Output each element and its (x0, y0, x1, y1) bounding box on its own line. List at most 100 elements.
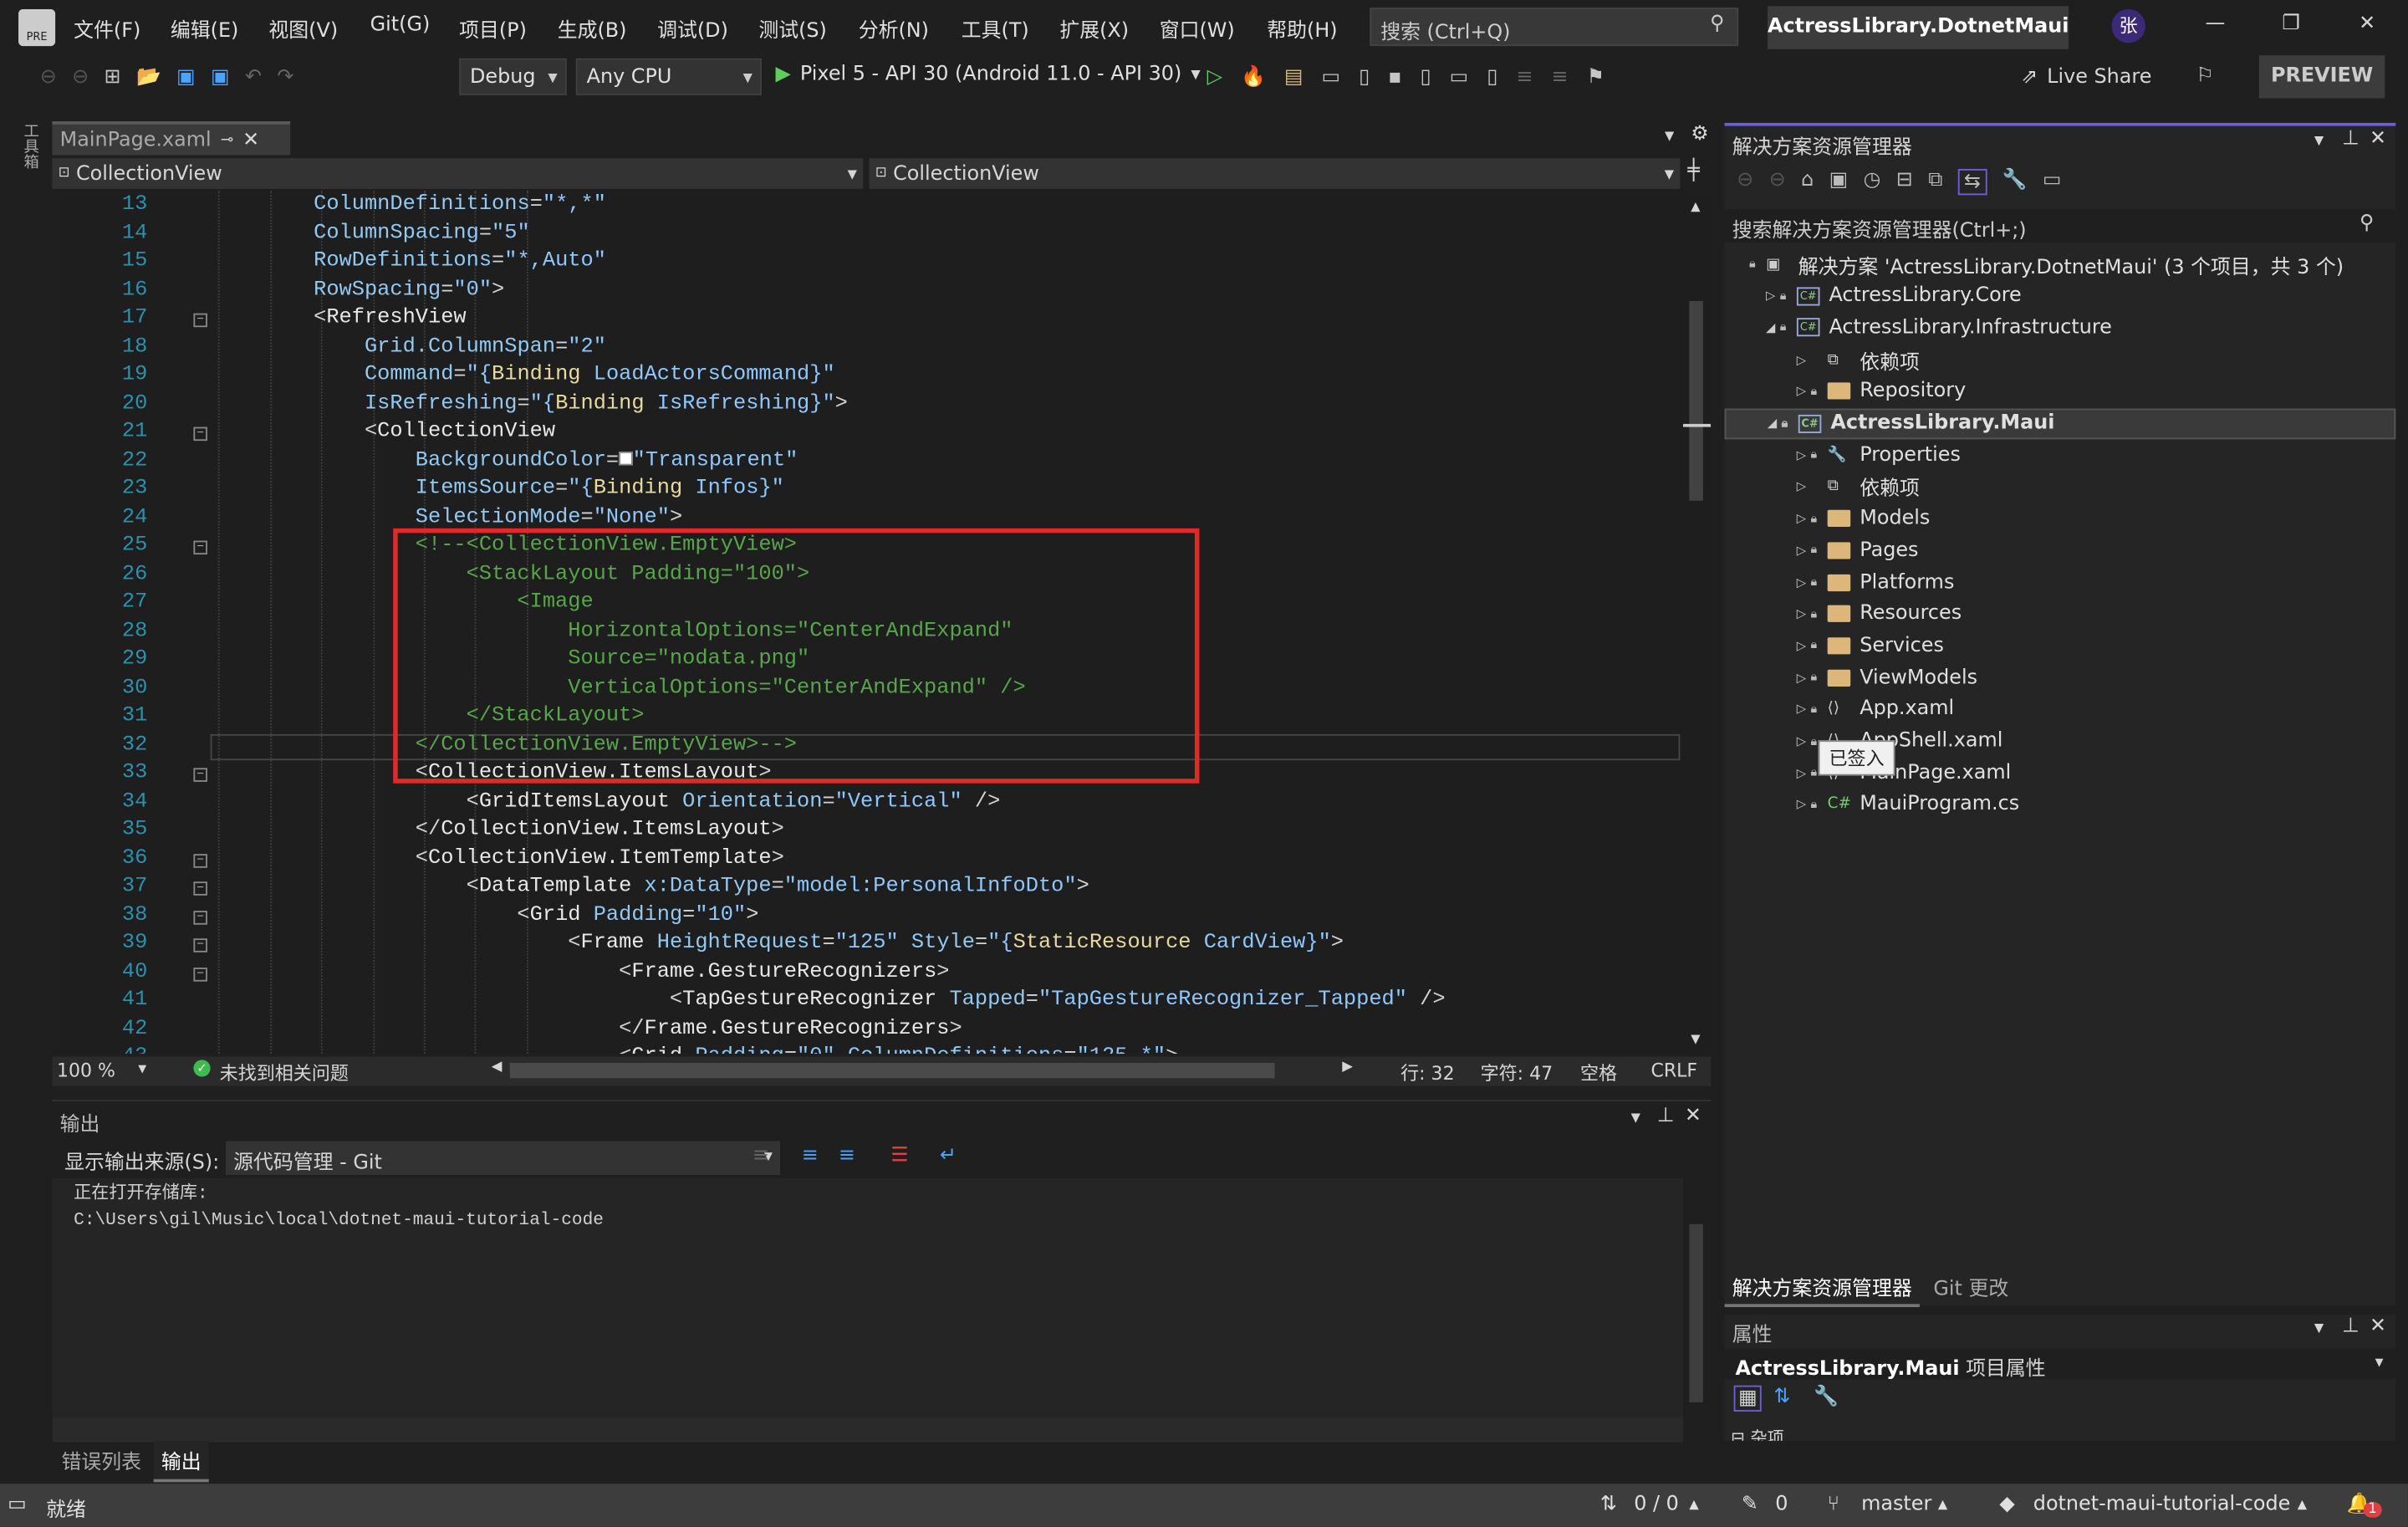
configuration-dropdown[interactable]: Debug ▼ (459, 58, 567, 95)
tree-item[interactable]: ▷ 🔒︎ Repository (1725, 376, 1966, 407)
pin-icon[interactable]: ⊥ (1657, 1105, 1675, 1128)
next-message-icon[interactable]: ≡ (839, 1144, 855, 1167)
expand-icon[interactable]: ▷ (1792, 702, 1810, 717)
tab-git-changes[interactable]: Git 更改 (1933, 1272, 2008, 1301)
fold-toggle-icon[interactable]: − (193, 938, 207, 952)
code-line[interactable]: <Frame HeightRequest="125" Style="{Stati… (212, 931, 1344, 959)
menu-item[interactable]: 文件(F) (74, 14, 140, 43)
fold-toggle-icon[interactable]: − (193, 768, 207, 782)
pin-icon[interactable]: ⊥ (2342, 1315, 2360, 1338)
preview-icon[interactable]: ▭ (2043, 169, 2062, 195)
properties-object-dropdown[interactable]: ActressLibrary.Maui 项目属性 ▼ (1724, 1348, 2396, 1381)
terminal-icon[interactable]: ▪ (1388, 65, 1401, 89)
comment-icon[interactable]: ≡ (1552, 65, 1569, 89)
collapse-all-icon[interactable]: ⊟ (1896, 169, 1913, 195)
property-pages-icon[interactable]: 🔧 (1814, 1386, 1839, 1409)
expand-icon[interactable]: ▷ (1792, 544, 1810, 558)
pending-edits[interactable]: 0 (1775, 1493, 1788, 1516)
scroll-thumb[interactable] (1689, 1223, 1703, 1402)
scroll-up-icon[interactable]: ▲ (1691, 200, 1700, 214)
hot-reload-icon[interactable]: 🔥 (1241, 65, 1266, 89)
expand-icon[interactable]: ▷ (1792, 480, 1810, 494)
branch-name[interactable]: master (1861, 1493, 1931, 1516)
pencil-icon[interactable]: ✎ (1742, 1493, 1758, 1516)
pin-icon[interactable]: ⊥ (2342, 127, 2360, 151)
editor-vertical-scrollbar[interactable]: ▲ ▼ (1683, 193, 1712, 1057)
properties-icon[interactable]: 🔧 (2002, 169, 2028, 195)
fold-toggle-icon[interactable]: − (193, 540, 207, 555)
code-line[interactable]: ColumnSpacing="5" (212, 221, 530, 249)
code-line[interactable]: RowSpacing="0"> (212, 278, 504, 306)
save-icon[interactable]: ▣ (176, 65, 196, 89)
tree-item[interactable]: 🔒︎ ▣ 解决方案 'ActressLibrary.DotnetMaui' (3 个… (1725, 249, 2344, 280)
scroll-left-icon[interactable]: ◀ (492, 1060, 503, 1075)
clear-all-icon[interactable]: ☰ (890, 1144, 908, 1167)
panel-menu-icon[interactable]: ▼ (1631, 1111, 1640, 1125)
history-icon[interactable]: ◷ (1864, 169, 1881, 195)
code-line[interactable]: IsRefreshing="{Binding IsRefreshing}"> (212, 391, 848, 419)
fold-toggle-icon[interactable]: − (193, 910, 207, 924)
menu-item[interactable]: Git(G) (370, 14, 431, 38)
repo-name[interactable]: dotnet-maui-tutorial-code (2033, 1493, 2291, 1516)
expand-icon[interactable]: ▷ (1792, 448, 1810, 462)
menu-item[interactable]: 项目(P) (459, 14, 527, 43)
code-line[interactable]: <GridItemsLayout Orientation="Vertical" … (212, 789, 1001, 817)
tab-mainpage-xaml[interactable]: MainPage.xaml ⊸ ✕ (52, 121, 291, 156)
code-line[interactable]: Command="{Binding LoadActorsCommand}" (212, 362, 835, 391)
expand-icon[interactable]: ▷ (1792, 353, 1810, 367)
whitespace-status[interactable]: 空格 (1580, 1060, 1617, 1085)
code-line[interactable]: <Grid Padding="10"> (212, 902, 758, 931)
menu-item[interactable]: 生成(B) (558, 14, 627, 43)
bottom-tab-error-list[interactable]: 错误列表 (61, 1445, 141, 1475)
word-wrap-icon[interactable]: ↵ (940, 1144, 957, 1167)
close-icon[interactable]: ✕ (1685, 1105, 1701, 1128)
folder-icon[interactable]: ▤ (1284, 65, 1303, 89)
expand-icon[interactable]: ▷ (1762, 289, 1780, 304)
new-project-icon[interactable]: ⊞ (105, 65, 121, 89)
bookmark-icon[interactable]: ⚑ (1587, 65, 1604, 89)
line-number-status[interactable]: 行: 32 (1400, 1060, 1455, 1085)
start-without-debug-icon[interactable]: ▷ (1207, 65, 1222, 89)
horizontal-scrollbar-thumb[interactable] (509, 1062, 1275, 1079)
platform-dropdown[interactable]: Any CPU ▼ (575, 58, 763, 95)
code-line[interactable]: <CollectionView.ItemTemplate> (212, 845, 784, 874)
code-line[interactable]: <CollectionView (212, 419, 555, 447)
save-all-icon[interactable]: ▣ (211, 65, 230, 89)
tree-item[interactable]: ▷ 🔒︎ ViewModels (1725, 662, 1977, 693)
close-icon[interactable]: ✕ (2370, 127, 2386, 151)
menu-item[interactable]: 工具(T) (962, 14, 1029, 43)
scroll-thumb[interactable] (1689, 300, 1703, 501)
home-icon[interactable]: ⌂ (1801, 169, 1814, 195)
pin-icon[interactable]: ⊸ (221, 131, 233, 148)
tree-item[interactable]: ▷ 🔒︎ 🔧 Properties (1725, 440, 1961, 471)
menu-item[interactable]: 测试(S) (758, 14, 827, 43)
code-line[interactable]: <TapGestureRecognizer Tapped="TapGesture… (212, 988, 1446, 1016)
tree-item[interactable]: ▷ 🔒︎ Models (1725, 503, 1931, 534)
prev-message-icon[interactable]: ≡ (802, 1144, 819, 1167)
fold-toggle-icon[interactable]: − (193, 881, 207, 896)
output-window-icon[interactable]: ▭ (8, 1493, 27, 1516)
sync-status[interactable]: 0 / 0 (1634, 1493, 1679, 1516)
tree-item[interactable]: ◢ 🔒︎ C# ActressLibrary.Infrastructure (1725, 313, 2112, 344)
find-message-icon[interactable]: ≡ (752, 1144, 769, 1167)
fold-toggle-icon[interactable]: − (193, 967, 207, 981)
search-input[interactable]: 搜索 (Ctrl+Q) ⚲ (1370, 8, 1739, 47)
feedback-icon[interactable]: ⚐ (2196, 64, 2213, 88)
fold-toggle-icon[interactable]: − (193, 426, 207, 442)
output-horizontal-scrollbar[interactable] (52, 1417, 1684, 1443)
code-line[interactable]: </CollectionView.ItemsLayout> (212, 817, 784, 845)
tree-item[interactable]: ▷ ⧉ 依赖项 (1725, 345, 1920, 375)
panel-menu-icon[interactable]: ▼ (2314, 1321, 2324, 1335)
run-button[interactable]: ▶ Pixel 5 - API 30 (Android 11.0 - API 3… (776, 63, 1201, 86)
tree-item[interactable]: ◢ 🔒︎ C# ActressLibrary.Maui (1724, 407, 2396, 439)
menu-item[interactable]: 视图(V) (268, 14, 338, 43)
close-icon[interactable]: ✕ (2370, 1315, 2386, 1338)
menu-item[interactable]: 扩展(X) (1059, 14, 1129, 43)
expand-icon[interactable]: ▷ (1792, 607, 1810, 621)
back-icon[interactable]: ⊖ (1737, 169, 1753, 195)
settings-icon[interactable]: ⚙ (1691, 123, 1708, 146)
switch-views-icon[interactable]: ▣ (1829, 169, 1849, 195)
live-share-button[interactable]: ⇗ Live Share (2021, 66, 2151, 89)
split-editor-icon[interactable]: ╪ (1688, 160, 1700, 183)
tree-item[interactable]: ▷ 🔒︎ ⟨⟩ App.xaml (1725, 694, 1954, 725)
